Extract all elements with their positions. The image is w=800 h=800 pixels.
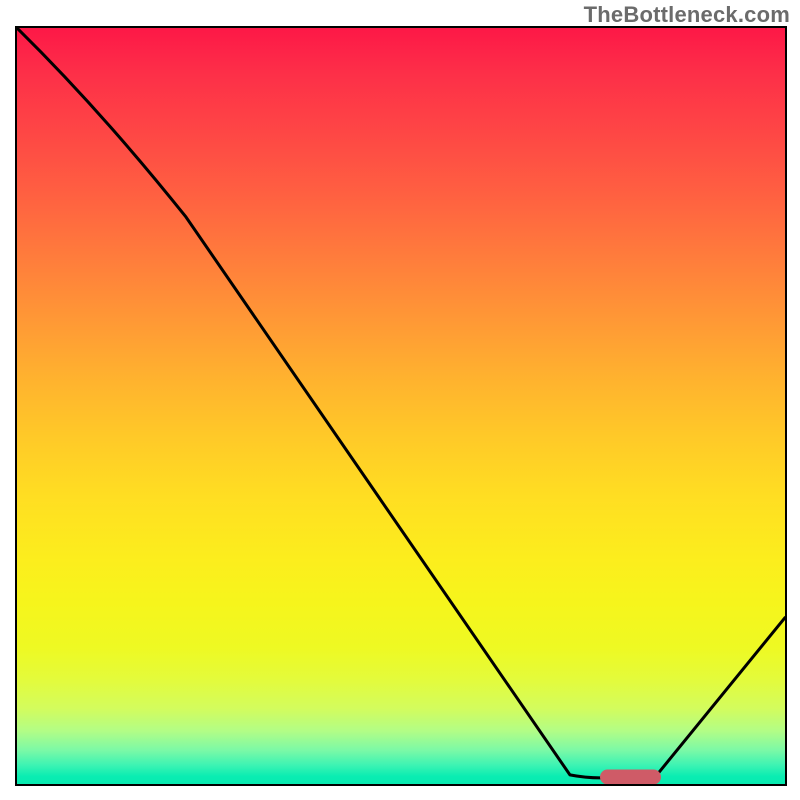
plot-frame [15, 26, 787, 786]
watermark-text: TheBottleneck.com [584, 2, 790, 28]
bottleneck-curve [17, 28, 785, 784]
chart-canvas: TheBottleneck.com [0, 0, 800, 800]
optimal-range-marker [600, 769, 661, 784]
